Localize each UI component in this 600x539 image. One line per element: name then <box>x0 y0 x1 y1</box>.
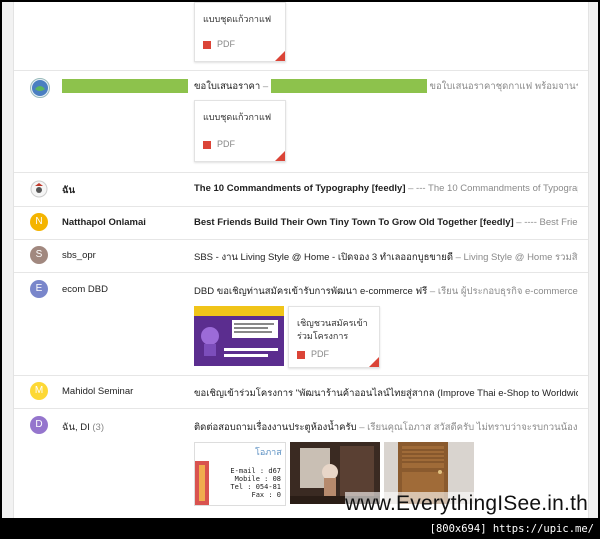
globe-avatar-icon <box>32 80 48 96</box>
card-text: E-mail : d67 Mobile : 08 Tel : 054-81 Fa… <box>230 467 281 499</box>
image-thumbnail-business-card[interactable]: โอภาส E-mail : d67 Mobile : 08 Tel : 054… <box>194 442 286 506</box>
attachment-chip[interactable]: แบบชุดแก้วกาแฟ PDF <box>194 100 286 162</box>
attachment-chip[interactable]: เชิญชวนสมัครเข้าร่วมโครงการ PDF <box>288 306 380 368</box>
subject-line: ติดต่อสอบถามเรื่องงานประตูห้องน้ำครับ – … <box>194 420 578 435</box>
svg-text:โอภาส: โอภาส <box>255 447 282 457</box>
sender-name: sbs_opr <box>62 250 96 261</box>
inbox-list: แบบชุดแก้วกาแฟ PDF ขอใบเสนอราคา – ขอใบเส… <box>13 2 589 518</box>
footer-text: [800x694] https://upic.me/ <box>429 523 594 535</box>
fold-corner-icon <box>369 357 379 367</box>
redacted-subject <box>270 79 427 94</box>
email-row[interactable]: ขอใบเสนอราคา – ขอใบเสนอราคาชุดกาแฟ พร้อม… <box>14 70 588 173</box>
pdf-icon <box>297 350 305 359</box>
sender-name: ฉัน, DI (3) <box>62 422 105 433</box>
snippet-text: – เรียนคุณโอภาส สวัสดีครับ ไม่ทราบว่าจะร… <box>359 422 578 433</box>
snippet-text: – ---- Best Frien... <box>516 217 578 228</box>
subject-line: Best Friends Build Their Own Tiny Town T… <box>194 217 578 228</box>
footer-bar: [800x694] https://upic.me/ <box>0 520 600 539</box>
attachment-name: แบบชุดแก้วกาแฟ <box>203 112 272 122</box>
sender-name: Mahidol Seminar <box>62 386 134 397</box>
snippet-text: – เรียน ผู้ประกอบธุรกิจ e-commerce (ภาค.… <box>429 286 578 297</box>
subject-text: DBD ขอเชิญท่านสมัครเข้ารับการพัฒนา e-com… <box>194 286 428 297</box>
attachment-chip[interactable]: แบบชุดแก้วกาแฟ PDF <box>194 2 286 62</box>
attachment-type: PDF <box>203 39 235 49</box>
avatar: M <box>30 382 48 400</box>
avatar: N <box>30 213 48 231</box>
promo-flyer-image <box>194 306 284 366</box>
avatar <box>30 78 50 98</box>
fold-corner-icon <box>275 151 285 161</box>
attachment-type: PDF <box>203 139 235 149</box>
sender-name: ฉัน <box>62 185 75 196</box>
email-row[interactable]: N Natthapol Onlamai Best Friends Build T… <box>14 206 588 240</box>
pdf-icon <box>203 40 211 49</box>
sender-name: Natthapol Onlamai <box>62 217 146 228</box>
snippet-text: – Living Style @ Home รวมสินค้า... <box>455 252 578 263</box>
subject-text: ขอใบเสนอราคา <box>194 81 261 92</box>
subject-text: Best Friends Build Their Own Tiny Town T… <box>194 217 514 228</box>
avatar <box>30 180 48 198</box>
watermark: www.EverythingISee.in.th <box>345 492 588 516</box>
subject-line: ขอใบเสนอราคา – ขอใบเสนอราคาชุดกาแฟ พร้อม… <box>194 79 578 94</box>
subject-line: DBD ขอเชิญท่านสมัครเข้ารับการพัฒนา e-com… <box>194 284 578 299</box>
person-avatar-icon <box>30 180 48 198</box>
subject-text: The 10 Commandments of Typography [feedl… <box>194 183 406 194</box>
screenshot-frame: แบบชุดแก้วกาแฟ PDF ขอใบเสนอราคา – ขอใบเส… <box>2 2 598 518</box>
subject-line: SBS - งาน Living Style @ Home - เปิดจอง … <box>194 250 578 265</box>
avatar: E <box>30 280 48 298</box>
email-row[interactable]: E ecom DBD DBD ขอเชิญท่านสมัครเข้ารับการ… <box>14 272 588 376</box>
attachment-name: เชิญชวนสมัครเข้าร่วมโครงการ <box>297 318 368 341</box>
subject-line: The 10 Commandments of Typography [feedl… <box>194 183 578 194</box>
sender-name: ecom DBD <box>62 284 108 295</box>
snippet-text: – --- The 10 Commandments of Typograp... <box>405 183 578 194</box>
image-thumbnail[interactable] <box>194 306 284 366</box>
redacted-sender <box>62 79 188 93</box>
thread-count: (3) <box>92 422 105 433</box>
email-row[interactable]: ฉัน The 10 Commandments of Typography [f… <box>14 172 588 207</box>
attachment-type: PDF <box>297 349 329 359</box>
subject-text: ติดต่อสอบถามเรื่องงานประตูห้องน้ำครับ <box>194 422 357 433</box>
fold-corner-icon <box>275 51 285 61</box>
email-row[interactable]: S sbs_opr SBS - งาน Living Style @ Home … <box>14 239 588 273</box>
avatar: D <box>30 416 48 434</box>
pdf-icon <box>203 140 211 149</box>
sender-name <box>62 79 192 93</box>
subject-text: SBS - งาน Living Style @ Home - เปิดจอง … <box>194 252 453 263</box>
subject-line: ขอเชิญเข้าร่วมโครงการ "พัฒนาร้านค้าออนไล… <box>194 386 578 401</box>
email-row-continuation[interactable]: แบบชุดแก้วกาแฟ PDF <box>14 2 588 71</box>
subject-text: ขอเชิญเข้าร่วมโครงการ "พัฒนาร้านค้าออนไล… <box>194 388 578 399</box>
attachment-name: แบบชุดแก้วกาแฟ <box>203 14 272 24</box>
email-row[interactable]: M Mahidol Seminar ขอเชิญเข้าร่วมโครงการ … <box>14 375 588 409</box>
avatar: S <box>30 246 48 264</box>
snippet-text: ขอใบเสนอราคาชุดกาแฟ พร้อมจานรอง ... <box>429 81 578 92</box>
